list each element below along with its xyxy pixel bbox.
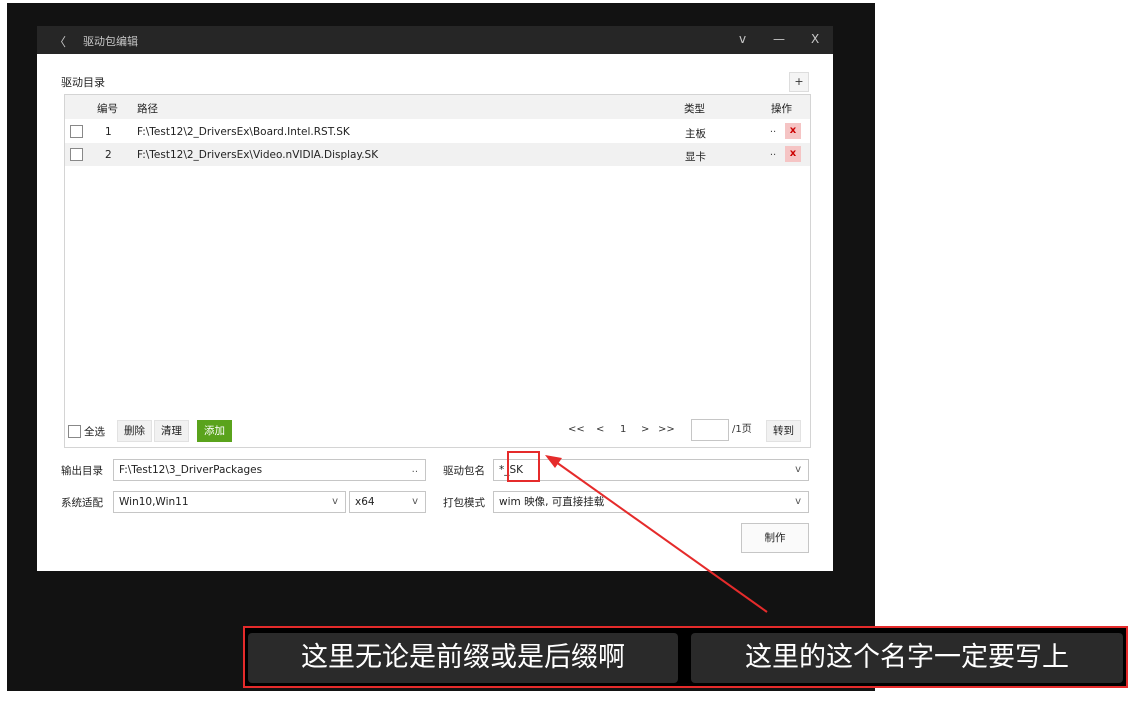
- subtitle-right: 这里的这个名字一定要写上: [691, 633, 1123, 683]
- subtitle-frame: 这里无论是前缀或是后缀啊 这里的这个名字一定要写上: [243, 626, 1128, 688]
- annotation-arrow: [545, 455, 768, 613]
- subtitle-left: 这里无论是前缀或是后缀啊: [248, 633, 678, 683]
